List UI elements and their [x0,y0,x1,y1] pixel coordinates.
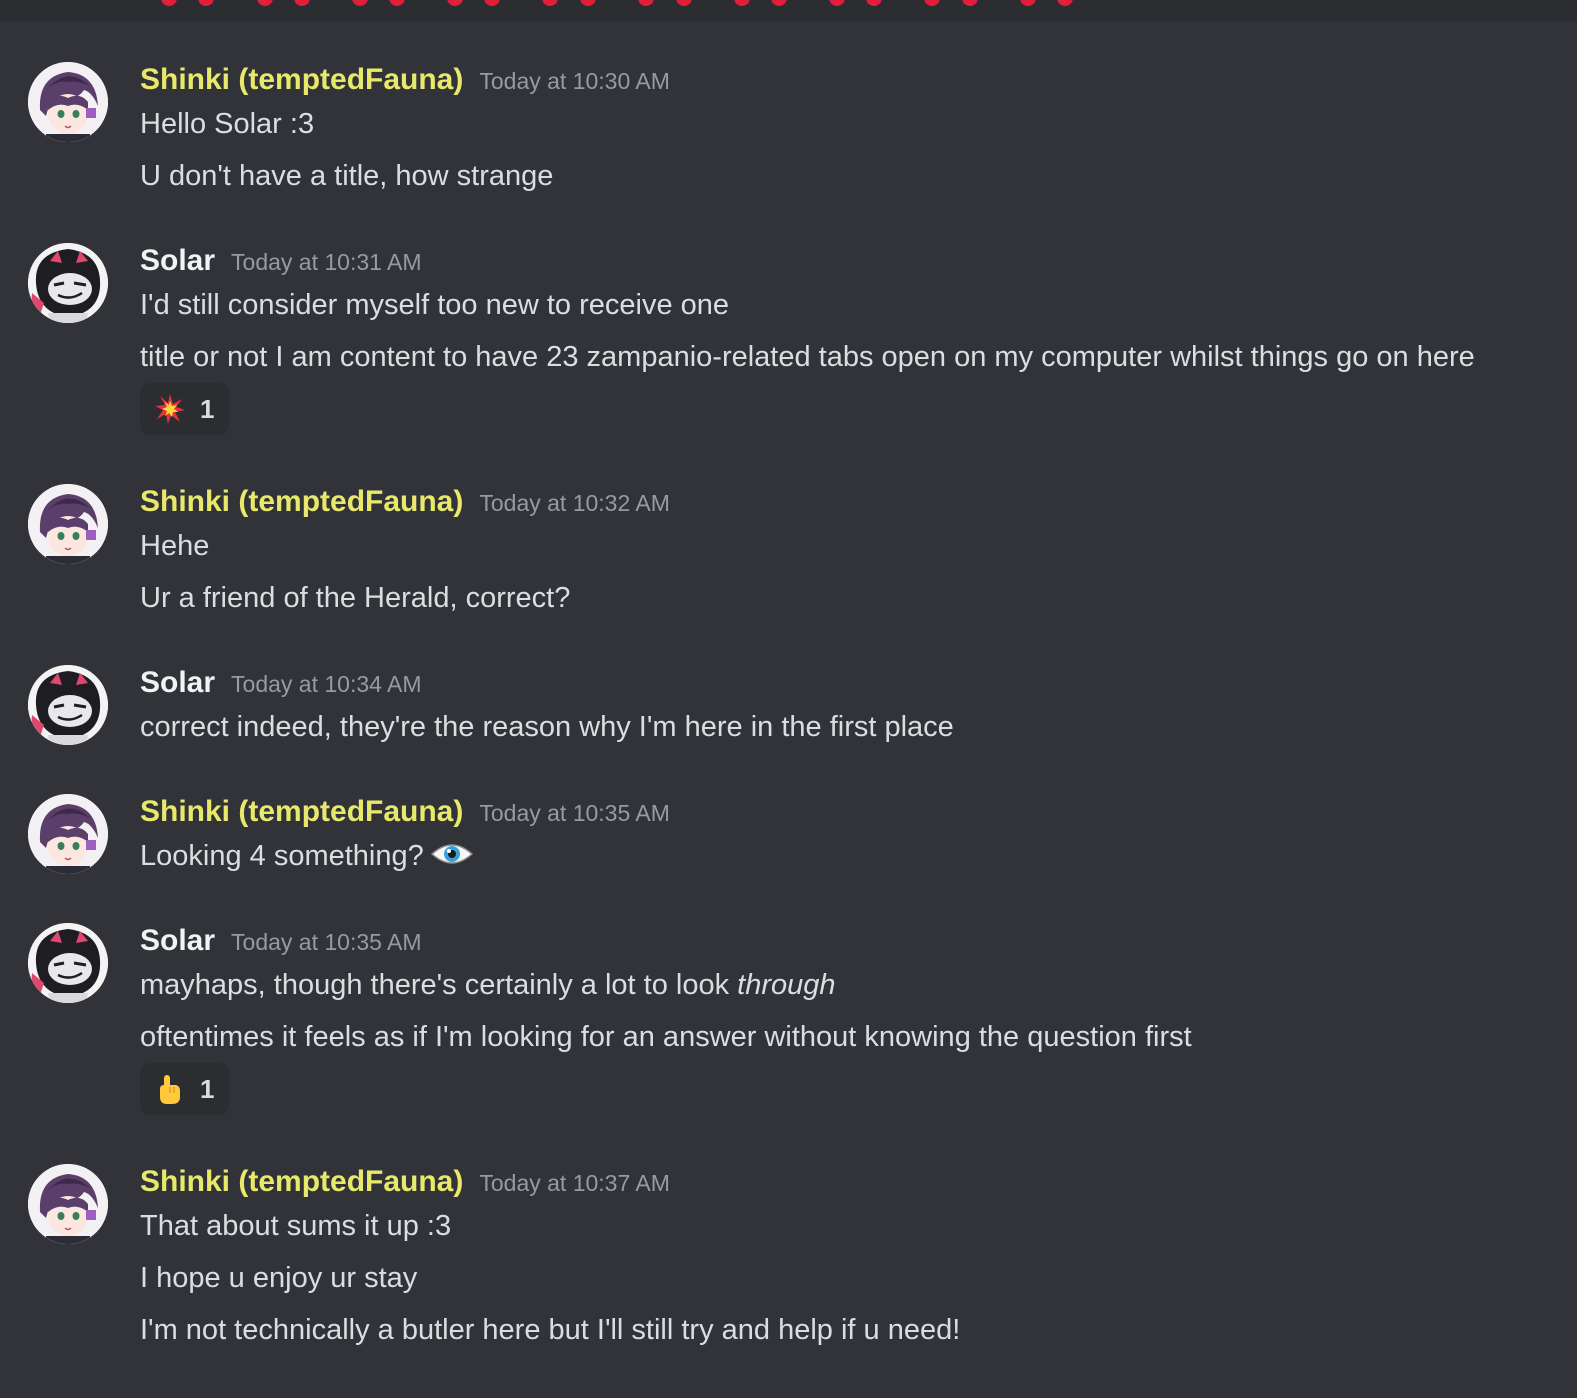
decorative-dots-row [0,0,1577,12]
collision-emoji-icon [154,393,186,425]
message-header: Solar Today at 10:35 AM [140,923,422,959]
reaction-button[interactable]: 1 [140,383,229,435]
shinki-avatar-icon[interactable] [28,1164,108,1244]
dot-icon [257,0,273,6]
username[interactable]: Shinki (temptedFauna) [140,484,463,520]
reaction-count: 1 [200,394,215,424]
timestamp[interactable]: Today at 10:32 AM [479,485,670,521]
timestamp[interactable]: Today at 10:34 AM [231,666,422,702]
username[interactable]: Solar [140,243,215,279]
message-header: Solar Today at 10:31 AM [140,243,422,279]
solar-avatar-icon[interactable] [28,665,108,745]
dot-icon [198,0,214,6]
dot-icon [866,0,882,6]
dot-icon [294,0,310,6]
message-text-content: mayhaps, though there's certainly a lot … [140,969,730,1001]
dot-icon [829,0,845,6]
reaction-count: 1 [200,1074,215,1104]
dot-icon [484,0,500,6]
dot-icon [638,0,654,6]
message-text: I'd still consider myself too new to rec… [140,289,730,321]
dot-icon [924,0,940,6]
dot-icon [1057,0,1073,6]
dot-icon [1020,0,1036,6]
timestamp[interactable]: Today at 10:37 AM [479,1165,670,1201]
dot-icon [771,0,787,6]
message-text: Looking 4 something? [140,838,474,874]
eye-emoji-icon [430,838,474,870]
username[interactable]: Solar [140,665,215,701]
timestamp[interactable]: Today at 10:35 AM [479,795,670,831]
username[interactable]: Shinki (temptedFauna) [140,62,463,98]
message-text-content: Looking 4 something? [140,840,424,872]
dot-icon [352,0,368,6]
username[interactable]: Solar [140,923,215,959]
message-text: oftentimes it feels as if I'm looking fo… [140,1021,1192,1053]
message-header: Shinki (temptedFauna) Today at 10:30 AM [140,62,670,98]
timestamp[interactable]: Today at 10:30 AM [479,63,670,99]
message-header: Shinki (temptedFauna) Today at 10:37 AM [140,1164,670,1200]
message-header: Shinki (temptedFauna) Today at 10:35 AM [140,794,670,830]
dot-icon [734,0,750,6]
shinki-avatar-icon[interactable] [28,62,108,142]
top-banner-strip [0,0,1577,22]
message-header: Shinki (temptedFauna) Today at 10:32 AM [140,484,670,520]
message-text: correct indeed, they're the reason why I… [140,711,954,743]
shinki-avatar-icon[interactable] [28,794,108,874]
solar-avatar-icon[interactable] [28,923,108,1003]
message-text: I'm not technically a butler here but I'… [140,1314,961,1346]
message-text: Ur a friend of the Herald, correct? [140,582,571,614]
pointing-up-emoji-icon [154,1073,186,1105]
dot-icon [962,0,978,6]
message-text: That about sums it up :3 [140,1210,452,1242]
message-text: I hope u enjoy ur stay [140,1262,418,1294]
message-text: U don't have a title, how strange [140,160,554,192]
message-text: title or not I am content to have 23 zam… [140,341,1475,373]
dot-icon [161,0,177,6]
solar-avatar-icon[interactable] [28,243,108,323]
dot-icon [676,0,692,6]
reaction-button[interactable]: 1 [140,1063,229,1115]
timestamp[interactable]: Today at 10:35 AM [231,924,422,960]
message-text: mayhaps, though there's certainly a lot … [140,967,836,1003]
dot-icon [447,0,463,6]
dot-icon [389,0,405,6]
message-text: Hello Solar :3 [140,108,315,140]
username[interactable]: Shinki (temptedFauna) [140,1164,463,1200]
username[interactable]: Shinki (temptedFauna) [140,794,463,830]
dot-icon [542,0,558,6]
message-text: Hehe [140,530,210,562]
message-header: Solar Today at 10:34 AM [140,665,422,701]
shinki-avatar-icon[interactable] [28,484,108,564]
timestamp[interactable]: Today at 10:31 AM [231,244,422,280]
dot-icon [580,0,596,6]
italic-text: through [737,969,836,1001]
